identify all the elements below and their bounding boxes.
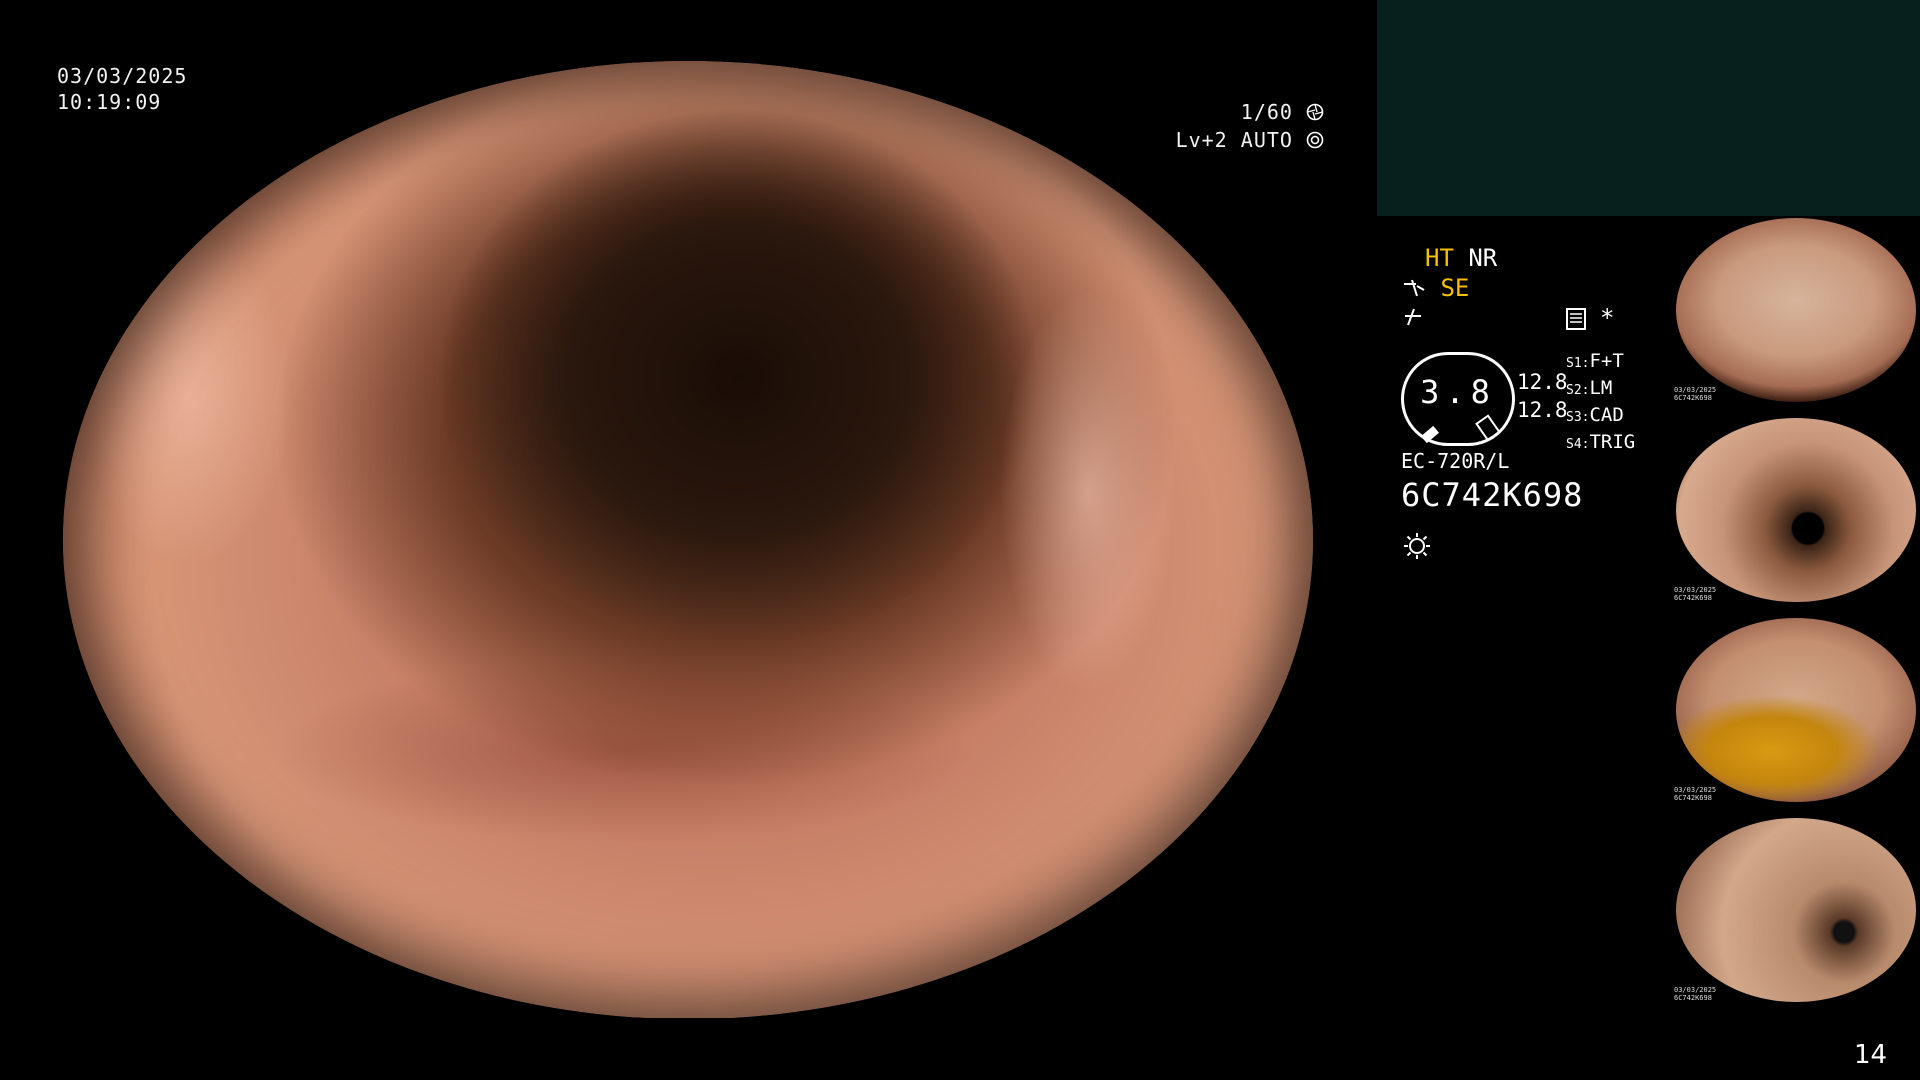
iris-icon xyxy=(1306,131,1324,149)
switch-list: S1:F+T S2:LM S3:CAD S4:TRIG xyxy=(1566,349,1635,457)
aperture-icon xyxy=(1306,103,1324,121)
mode-text: AUTO xyxy=(1240,128,1293,152)
memory-icon xyxy=(1566,308,1586,330)
thumbnail-image xyxy=(1676,818,1916,1002)
shutter-text: 1/60 xyxy=(1240,100,1293,124)
asterisk-marker: * xyxy=(1600,304,1615,332)
ht-label: HT xyxy=(1425,244,1454,272)
thumbnail-caption: 03/03/2025 6C742K698 xyxy=(1674,986,1717,1002)
thumbnail-capture-1[interactable]: 03/03/2025 6C742K698 xyxy=(1672,216,1920,404)
view-mask-bottom xyxy=(0,1018,1380,1080)
se-indicator: SE xyxy=(1402,274,1469,302)
thumbnail-capture-3[interactable]: 03/03/2025 6C742K698 xyxy=(1672,616,1920,804)
exposure-readout: Lv+2 AUTO xyxy=(1176,127,1324,153)
thumbnail-image xyxy=(1676,218,1916,402)
thumbnail-caption: 03/03/2025 6C742K698 xyxy=(1674,786,1717,802)
page-number: 14 xyxy=(1854,1040,1888,1070)
thumbnail-capture-2[interactable]: 03/03/2025 6C742K698 xyxy=(1672,416,1920,604)
scope-model: EC-720R/L xyxy=(1401,449,1510,473)
thumbnail-capture-4[interactable]: 03/03/2025 6C742K698 xyxy=(1672,816,1920,1004)
thumbnail-caption: 03/03/2025 6C742K698 xyxy=(1674,586,1717,602)
gauge-marker-right xyxy=(1475,414,1501,442)
se-label: SE xyxy=(1440,274,1470,302)
datetime-overlay: 03/03/2025 10:19:09 xyxy=(57,63,187,115)
view-mask-top xyxy=(0,0,1380,61)
color-enhance-icon xyxy=(1405,308,1421,326)
switch-row: S3:CAD xyxy=(1566,404,1624,426)
light-source-icon xyxy=(1404,533,1430,559)
color-mode-indicator xyxy=(1402,305,1424,333)
structure-enhance-icon xyxy=(1404,279,1425,297)
time-text: 10:19:09 xyxy=(57,90,162,114)
gauge-marker-left xyxy=(1420,425,1440,444)
shutter-readout: 1/60 xyxy=(1241,99,1324,125)
reading-top: 12.8 xyxy=(1517,370,1568,394)
thumbnail-image xyxy=(1676,618,1916,802)
nr-label: NR xyxy=(1468,244,1498,272)
date-text: 03/03/2025 xyxy=(57,64,188,88)
level-text: Lv+2 xyxy=(1175,128,1228,152)
thumbnail-caption: 03/03/2025 6C742K698 xyxy=(1674,386,1717,402)
air-pressure-gauge: 3.8 xyxy=(1401,352,1515,446)
switch-row: S2:LM xyxy=(1566,377,1613,399)
scope-serial: 6C742K698 xyxy=(1401,476,1584,514)
endoscope-main-view xyxy=(63,61,1313,1019)
reading-bottom: 12.8 xyxy=(1517,398,1568,422)
ht-nr-indicator: HT NR xyxy=(1425,244,1497,272)
gauge-value: 3.8 xyxy=(1420,373,1496,411)
thumbnail-image xyxy=(1676,418,1916,602)
info-header-box xyxy=(1377,0,1920,216)
switch-row: S4:TRIG xyxy=(1566,431,1636,453)
switch-row: S1:F+T xyxy=(1566,350,1624,372)
